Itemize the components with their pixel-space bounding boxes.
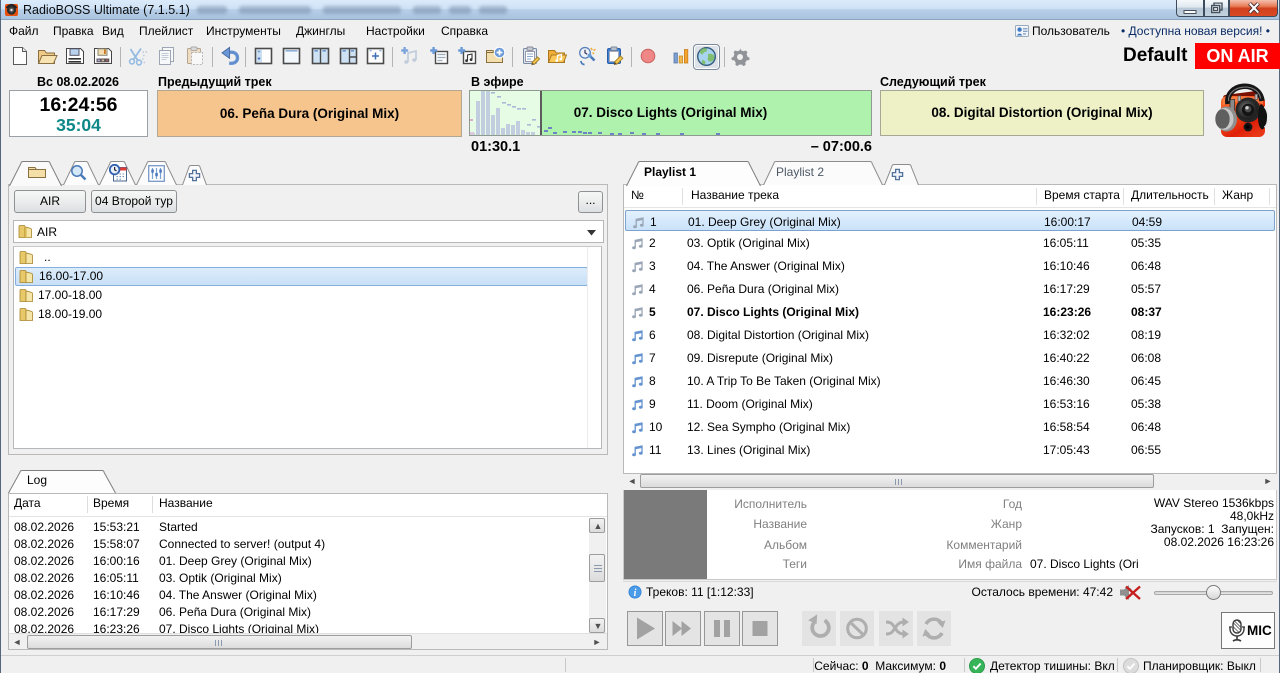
svg-text:i: i — [634, 588, 637, 599]
